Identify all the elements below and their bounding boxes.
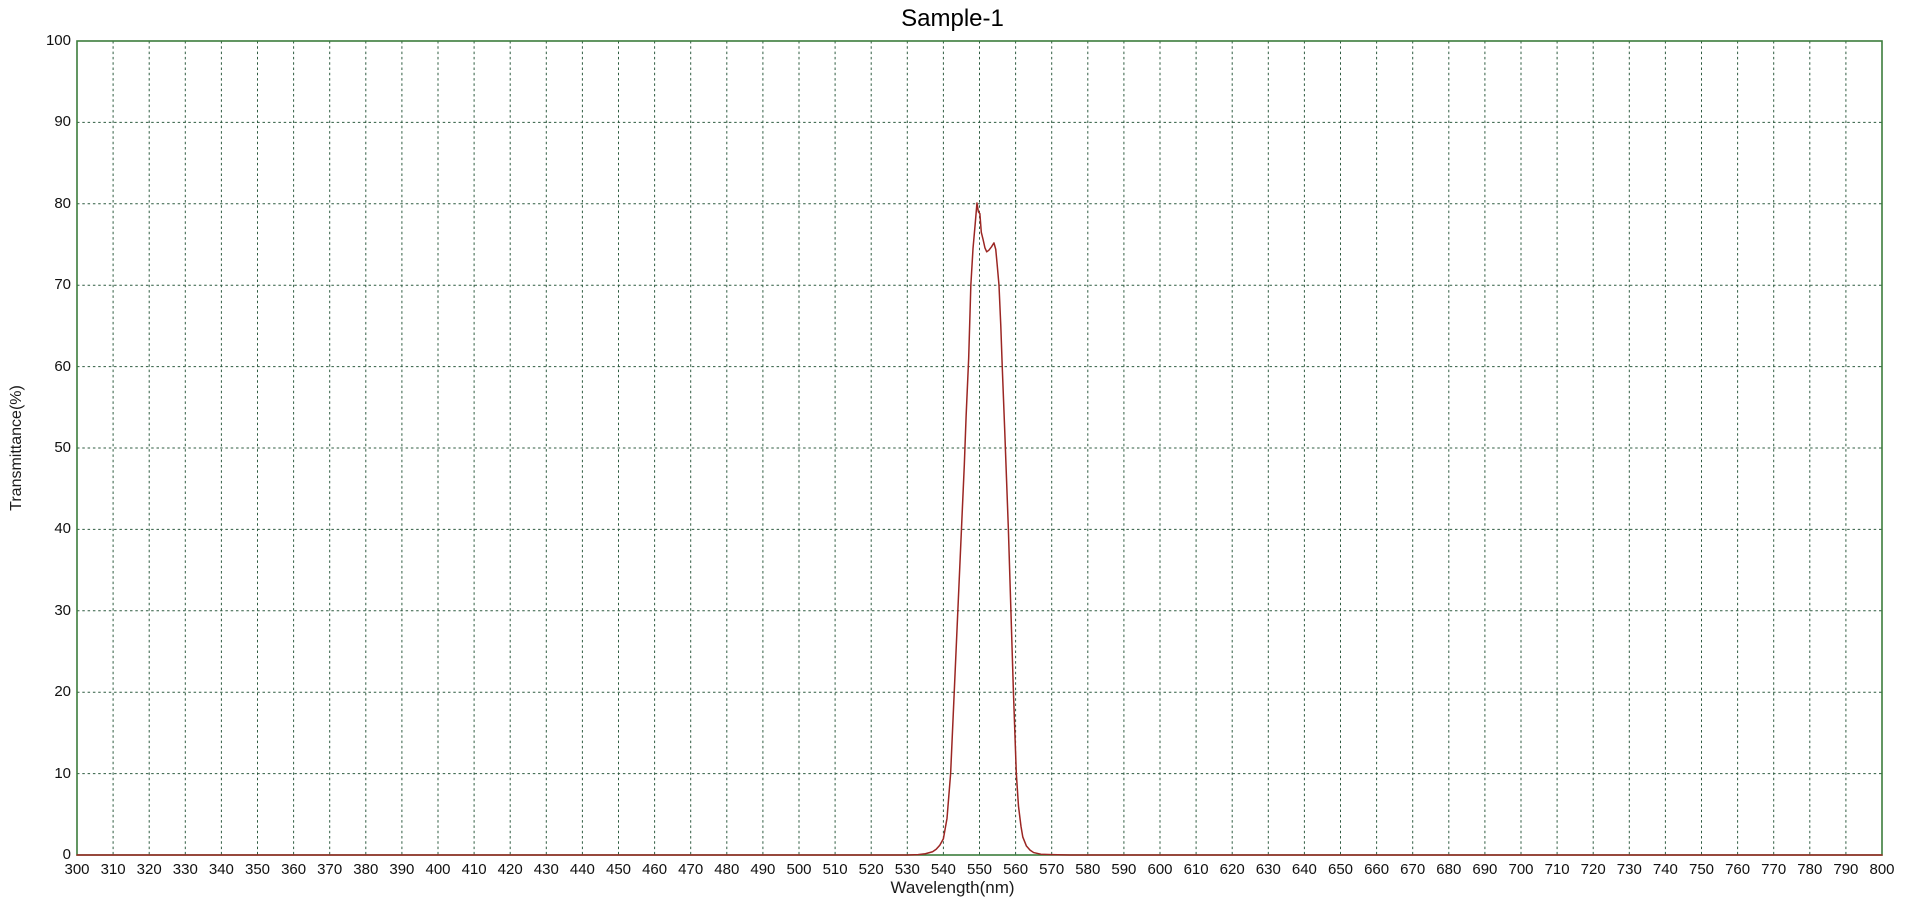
y-tick-label: 80 bbox=[27, 195, 71, 213]
y-tick-label: 10 bbox=[27, 765, 71, 783]
chart-figure: Sample-1 Transmittance(%) 30031032033034… bbox=[0, 0, 1905, 910]
y-tick-label: 30 bbox=[27, 602, 71, 620]
y-tick-label: 0 bbox=[27, 846, 71, 864]
y-tick-label: 40 bbox=[27, 520, 71, 538]
y-tick-label: 70 bbox=[27, 276, 71, 294]
y-tick-label: 20 bbox=[27, 683, 71, 701]
y-tick-label: 60 bbox=[27, 358, 71, 376]
plot-area bbox=[0, 0, 1905, 910]
y-tick-label: 90 bbox=[27, 113, 71, 131]
x-tick-label: 800 bbox=[1860, 861, 1904, 879]
x-axis-title: Wavelength(nm) bbox=[0, 878, 1905, 898]
y-tick-label: 100 bbox=[27, 32, 71, 50]
y-tick-label: 50 bbox=[27, 439, 71, 457]
